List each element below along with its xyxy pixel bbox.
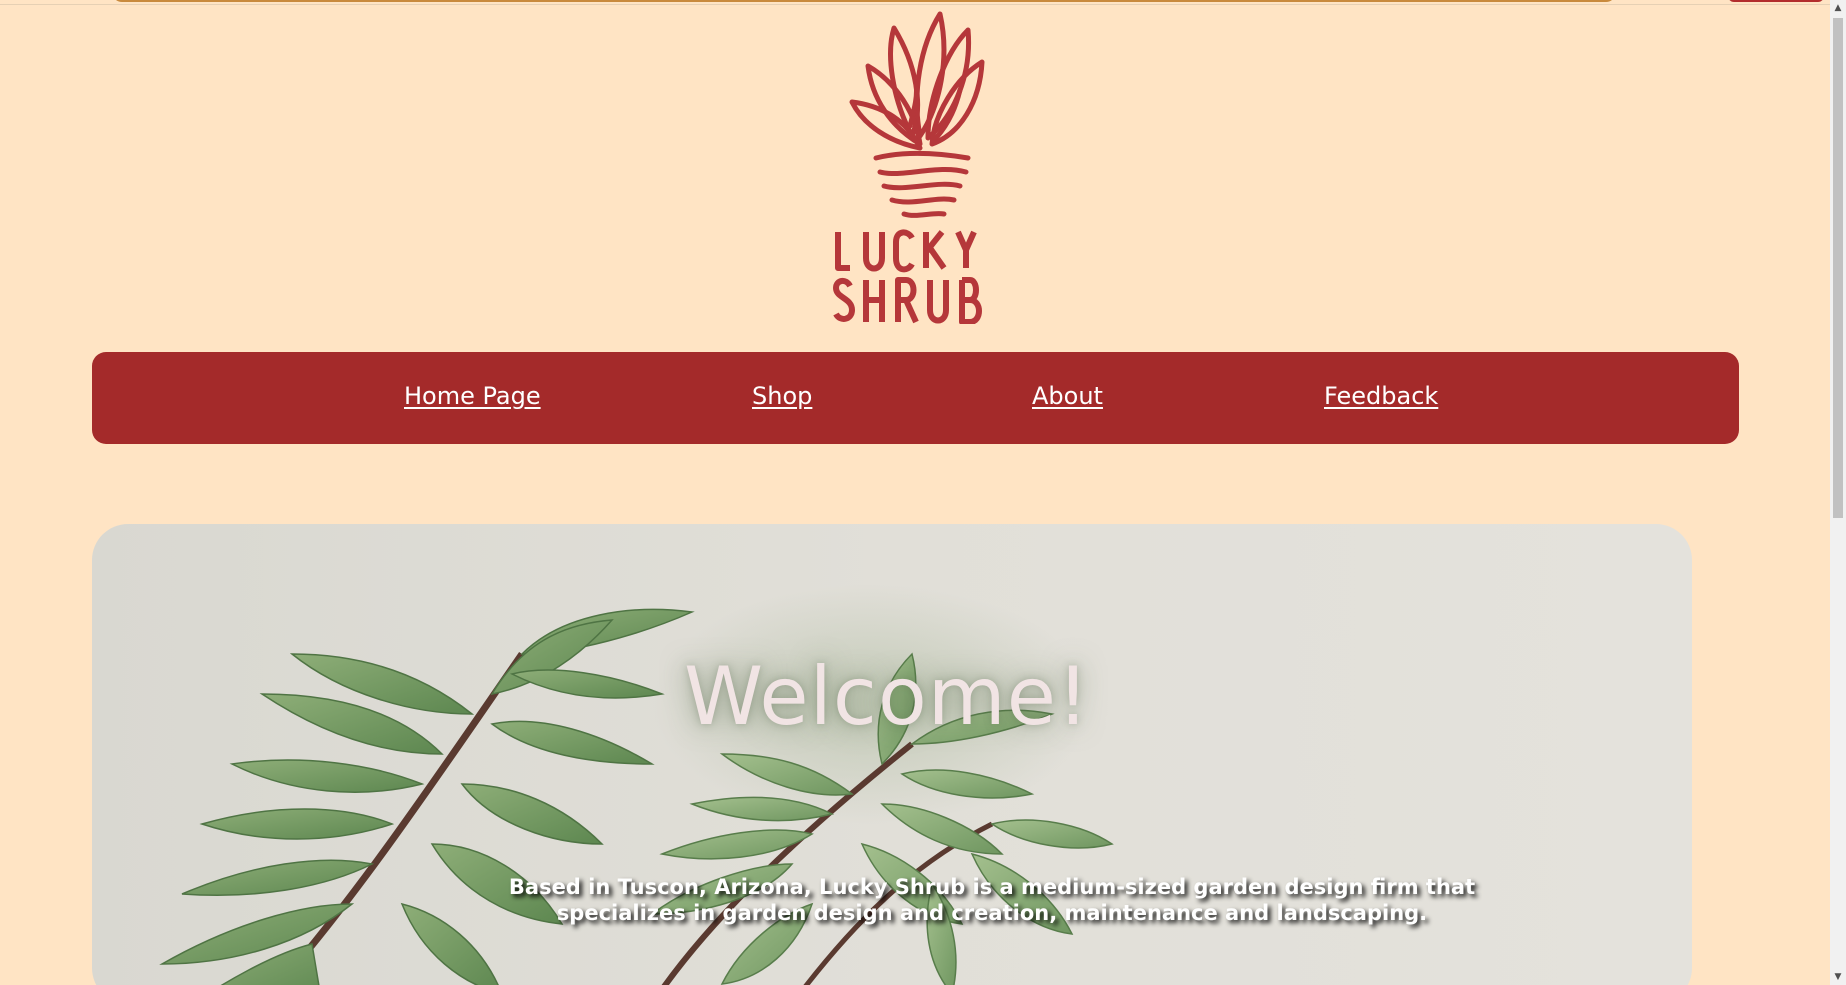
- scroll-up-arrow-icon[interactable]: ▲: [1830, 0, 1846, 16]
- top-input-bar: [112, 0, 1616, 2]
- hero-banner: Welcome! Based in Tuscon, Arizona, Lucky…: [92, 524, 1692, 985]
- nav-feedback-link[interactable]: Feedback: [1324, 382, 1438, 410]
- top-button[interactable]: [1728, 0, 1824, 2]
- hero-tagline: Based in Tuscon, Arizona, Lucky Shrub is…: [508, 875, 1476, 925]
- nav-shop-link[interactable]: Shop: [752, 382, 812, 410]
- nav-home-page-link[interactable]: Home Page: [404, 382, 541, 410]
- scroll-down-arrow-icon[interactable]: ▼: [1830, 969, 1846, 985]
- page: Home Page Shop About Feedback Welcome! B…: [0, 0, 1846, 985]
- scroll-thumb[interactable]: [1833, 18, 1843, 518]
- plant-icon: [849, 11, 985, 218]
- main-nav: Home Page Shop About Feedback: [92, 352, 1739, 444]
- nav-about-link[interactable]: About: [1032, 382, 1103, 410]
- divider: [0, 4, 1830, 5]
- logo-lettering: [833, 229, 982, 325]
- lucky-shrub-logo[interactable]: [820, 6, 1010, 325]
- vertical-scrollbar[interactable]: ▲ ▼: [1830, 0, 1846, 985]
- welcome-heading: Welcome!: [683, 650, 1090, 743]
